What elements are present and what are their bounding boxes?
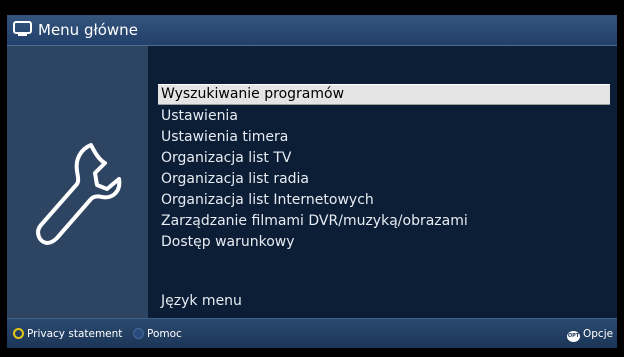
menu-item-conditional-access[interactable]: Dostęp warunkowy [158, 232, 610, 253]
help-button[interactable]: Pomoc [133, 327, 182, 341]
menu-item-tv-lists[interactable]: Organizacja list TV [158, 148, 610, 169]
menu-item-menu-language[interactable]: Język menu [158, 291, 610, 312]
title-bar: Menu główne [7, 15, 617, 46]
wrench-icon [31, 139, 123, 249]
footer-bar: Privacy statement Pomoc OPT Opcje [7, 318, 617, 348]
menu-item-search-programs[interactable]: Wyszukiwanie programów [158, 84, 610, 105]
options-label: Opcje [583, 328, 614, 340]
privacy-statement-button[interactable]: Privacy statement [13, 327, 122, 341]
menu-item-dvr-media[interactable]: Zarządzanie filmami DVR/muzyką/obrazami [158, 211, 610, 232]
help-label: Pomoc [147, 328, 182, 340]
opt-key-icon: OPT [567, 331, 580, 342]
tv-icon [13, 21, 32, 37]
menu-list: Wyszukiwanie programów Ustawienia Ustawi… [148, 46, 617, 318]
sidebar-panel [7, 46, 148, 318]
menu-item-radio-lists[interactable]: Organizacja list radia [158, 169, 610, 190]
tv-menu-screen: Menu główne Wyszukiwanie programów Ustaw… [7, 15, 617, 348]
menu-item-settings[interactable]: Ustawienia [158, 106, 610, 127]
menu-item-internet-lists[interactable]: Organizacja list Internetowych [158, 190, 610, 211]
blue-key-icon [133, 328, 144, 339]
options-button[interactable]: OPT Opcje [567, 327, 614, 342]
page-title: Menu główne [38, 21, 138, 39]
menu-item-timer-settings[interactable]: Ustawienia timera [158, 127, 610, 148]
yellow-key-icon [13, 328, 24, 339]
privacy-statement-label: Privacy statement [27, 328, 123, 340]
